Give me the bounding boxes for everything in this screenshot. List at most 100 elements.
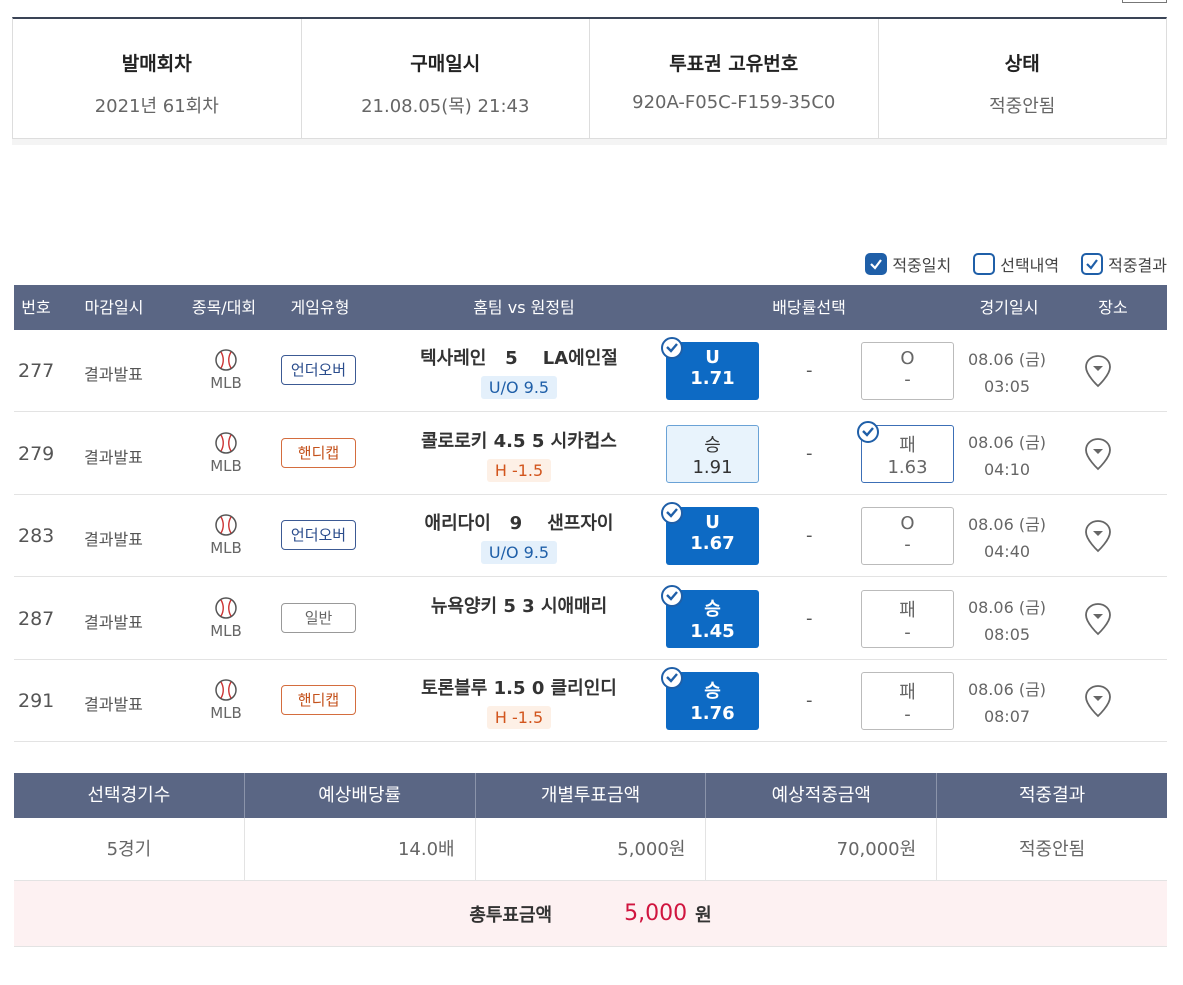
score: 5 [505, 348, 518, 369]
round-cell: 발매회차 2021년 61회차 [13, 19, 302, 138]
odds-left-button[interactable]: 승 1.76 [661, 667, 759, 730]
game-date: 08.06 (금) [967, 515, 1047, 534]
sport-league: MLB [202, 513, 250, 557]
game-date: 08.06 (금) [967, 597, 1047, 617]
bet-summary-table: 선택경기수 예상배당률 개별투표금액 예상적중금액 적중결과 5경기 14.0배… [14, 773, 1167, 947]
ticket-id-label: 투표권 고유번호 [669, 53, 799, 75]
total-value: 5,000 [624, 901, 688, 926]
game-type-badge: 언더오버 [281, 520, 356, 550]
table-row: 279 결과발표 MLB 핸디캡 콜로로키 4.5 5 시카컵스 H -1.5 … [14, 413, 1167, 495]
status-cell: 상태 적중안됨 [879, 19, 1167, 138]
score: 3 [522, 595, 535, 617]
header-result: 적중결과 [1018, 785, 1086, 806]
baseball-icon [215, 596, 237, 619]
checkbox-checked-icon[interactable] [865, 253, 888, 275]
odds-draw: - [806, 525, 813, 546]
away-team: 시카컵스 [550, 430, 617, 452]
away-team: 시애매리 [540, 595, 608, 617]
ticket-id-value: 920A-F05C-F159-35C0 [632, 92, 836, 113]
deadline-status: 결과발표 [84, 695, 143, 714]
checkbox-checked-outline-icon[interactable] [1081, 253, 1104, 275]
odds-right-button[interactable]: 패 1.63 [857, 420, 954, 483]
odds-right-button[interactable]: 패 - [861, 672, 954, 730]
expected-odds: 14.0배 [245, 818, 476, 880]
league-label: MLB [210, 456, 242, 475]
odds-left-button[interactable]: U 1.71 [661, 337, 759, 400]
venue-button[interactable] [1084, 519, 1112, 553]
legend-result-label: 적중결과 [1108, 256, 1167, 275]
table-row: 287 결과발표 MLB 일반 뉴욕양키 5 3 시애매리 승 1.45 - 패… [14, 578, 1167, 660]
odds-left-value: 1.45 [690, 620, 735, 642]
bet-summary-values: 5경기 14.0배 5,000원 70,000원 적중안됨 [14, 818, 1167, 881]
odds-left-button[interactable]: U 1.67 [661, 502, 759, 565]
corner-button[interactable] [1122, 0, 1167, 3]
table-row: 291 결과발표 MLB 핸디캡 토론블루 1.5 0 클리인디 H -1.5 … [14, 660, 1167, 742]
odds-left-button[interactable]: 승 1.45 [661, 584, 759, 648]
odds-left-value: 1.91 [692, 456, 733, 478]
venue-button[interactable] [1084, 602, 1112, 636]
header-bet-amount: 개별투표금액 [476, 773, 707, 818]
odds-right-button[interactable]: 패 - [861, 589, 954, 648]
venue-button[interactable] [1084, 354, 1112, 388]
sport-league: MLB [202, 678, 250, 722]
selected-check-icon [661, 667, 683, 689]
odds-right-button[interactable]: O - [861, 342, 954, 400]
game-time: 08:07 [983, 707, 1031, 726]
game-time: 08:05 [983, 624, 1031, 644]
odds-right-value: - [904, 621, 911, 643]
header-type: 게임유형 [290, 298, 350, 317]
away-team: 클리인디 [550, 678, 617, 699]
handicap-line: H -1.5 [486, 458, 552, 482]
round-label: 발매회차 [121, 53, 192, 75]
odds-left-button[interactable]: 승 1.91 [666, 424, 759, 483]
venue-button[interactable] [1084, 684, 1112, 718]
odds-right-button[interactable]: O - [861, 507, 954, 565]
odds-left-value: 1.71 [690, 368, 735, 389]
sport-league: MLB [202, 596, 250, 640]
header-num: 번호 [21, 298, 51, 317]
game-datetime: 08.06 (금) 04:40 [962, 511, 1052, 565]
status-value: 적중안됨 [989, 96, 1056, 117]
location-pin-icon[interactable] [1084, 437, 1112, 471]
legend-selection[interactable]: 선택내역 [973, 252, 1059, 276]
match-teams: 뉴욕양키 5 3 시애매리 [374, 592, 664, 618]
match-teams: 텍사레인 5 LA에인절 U/O 9.5 [374, 344, 664, 399]
venue-button[interactable] [1084, 437, 1112, 471]
odds-right-value: - [904, 704, 911, 725]
home-team: 텍사레인 [420, 348, 487, 369]
game-number: 287 [18, 607, 55, 630]
game-count: 5경기 [14, 818, 245, 880]
location-pin-icon[interactable] [1084, 602, 1112, 636]
games-table-header: 번호 마감일시 종목/대회 게임유형 홈팀 vs 원정팀 배당률선택 경기일시 … [14, 285, 1167, 330]
header-date: 경기일시 [979, 298, 1039, 317]
header-venue: 장소 [1098, 298, 1128, 317]
header-game-count: 선택경기수 [14, 773, 245, 818]
score: 5 [531, 430, 545, 452]
header-deadline: 마감일시 [84, 298, 144, 317]
divider [12, 139, 1167, 145]
table-row: 283 결과발표 MLB 언더오버 애리다이 9 샌프자이 U/O 9.5 U … [14, 495, 1167, 577]
odds-left-value: 1.67 [690, 533, 735, 554]
selected-check-icon [661, 337, 683, 359]
location-pin-icon[interactable] [1084, 519, 1112, 553]
bet-amount: 5,000원 [476, 818, 707, 880]
location-pin-icon[interactable] [1084, 684, 1112, 718]
legend-match[interactable]: 적중일치 [865, 252, 951, 276]
legend: 적중일치 선택내역 적중결과 [843, 252, 1167, 276]
game-date: 08.06 (금) [967, 432, 1047, 452]
odds-draw: - [806, 690, 813, 711]
status-label: 상태 [1004, 53, 1040, 75]
odds-draw: - [806, 607, 813, 629]
ticket-summary: 발매회차 2021년 61회차 구매일시 21.08.05(목) 21:43 투… [12, 17, 1167, 139]
round-value: 2021년 61회차 [94, 96, 219, 117]
purchase-value: 21.08.05(목) 21:43 [361, 96, 530, 117]
table-row: 277 결과발표 MLB 언더오버 텍사레인 5 LA에인절 U/O 9.5 U… [14, 330, 1167, 412]
bet-summary-header: 선택경기수 예상배당률 개별투표금액 예상적중금액 적중결과 [14, 773, 1167, 818]
game-type-badge: 핸디캡 [281, 437, 356, 468]
legend-result[interactable]: 적중결과 [1081, 252, 1167, 276]
checkbox-empty-icon[interactable] [973, 253, 996, 275]
location-pin-icon[interactable] [1084, 354, 1112, 388]
game-datetime: 08.06 (금) 08:05 [962, 594, 1052, 648]
game-number: 283 [18, 525, 55, 547]
baseball-icon [215, 514, 237, 536]
